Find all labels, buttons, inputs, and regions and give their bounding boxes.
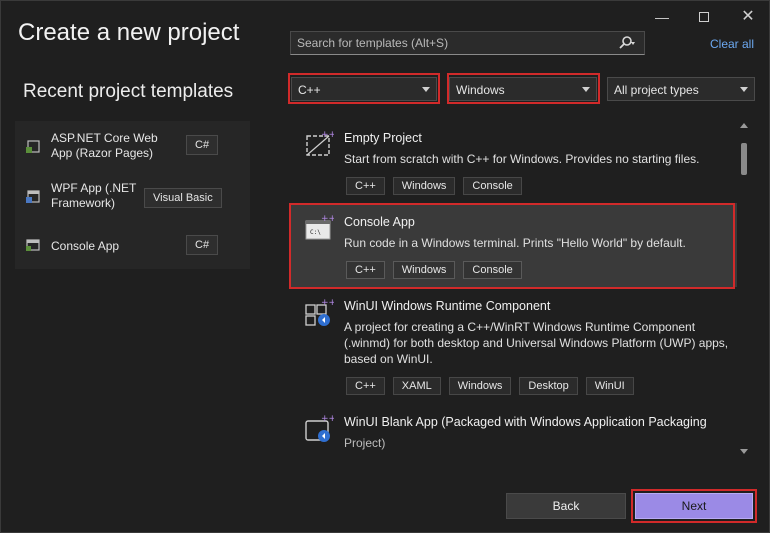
- recent-item-console[interactable]: Console App C#: [15, 225, 250, 267]
- scroll-down-icon[interactable]: [740, 449, 748, 454]
- template-winui-runtime-component[interactable]: ++ WinUI Windows Runtime Component A pro…: [290, 287, 737, 405]
- scroll-thumb[interactable]: [741, 143, 747, 175]
- recent-item-aspnet[interactable]: ASP.NET Core Web App (Razor Pages) C#: [15, 127, 250, 169]
- minimize-button[interactable]: —: [651, 7, 673, 27]
- template-empty-project[interactable]: ++ Empty Project Start from scratch with…: [290, 119, 737, 203]
- recent-item-label: ASP.NET Core Web App (Razor Pages): [51, 131, 158, 160]
- template-tags: C++ Windows Console: [346, 177, 522, 195]
- template-winui-blank-app[interactable]: ++ WinUI Blank App (Packaged with Window…: [290, 403, 737, 459]
- winui-app-icon: ++: [305, 414, 334, 442]
- template-tags: C++ XAML Windows Desktop WinUI: [346, 377, 634, 395]
- template-list: ++ Empty Project Start from scratch with…: [290, 119, 737, 459]
- winui-component-icon: ++: [305, 298, 334, 326]
- scroll-up-icon[interactable]: [740, 123, 748, 128]
- tag: Windows: [448, 377, 512, 395]
- recent-item-wpf[interactable]: WPF App (.NET Framework) Visual Basic: [15, 177, 250, 219]
- search-icon[interactable]: [618, 35, 636, 51]
- chevron-down-icon: [740, 87, 748, 92]
- language-badge: C#: [186, 235, 219, 255]
- template-name: Empty Project: [344, 131, 422, 145]
- template-description: Project): [344, 436, 386, 450]
- svg-text:++: ++: [321, 298, 334, 308]
- template-description: Start from scratch with C++ for Windows.…: [344, 152, 700, 166]
- wpf-app-icon: [26, 190, 40, 203]
- tag: C++: [346, 177, 385, 195]
- highlight-box-console-app: [289, 203, 735, 289]
- recent-templates-heading: Recent project templates: [23, 81, 234, 102]
- project-type-filter-value: All project types: [614, 83, 699, 97]
- template-description: A project for creating a C++/WinRT Windo…: [344, 320, 729, 366]
- template-name: WinUI Blank App (Packaged with Windows A…: [344, 415, 707, 429]
- highlight-box-language: [288, 73, 440, 104]
- template-name: WinUI Windows Runtime Component: [344, 299, 551, 313]
- search-input[interactable]: Search for templates (Alt+S): [290, 31, 645, 55]
- console-app-icon: [26, 239, 40, 251]
- recent-item-label: Console App: [51, 239, 120, 253]
- tag: C++: [346, 377, 385, 395]
- svg-text:++: ++: [321, 130, 334, 140]
- clear-all-link[interactable]: Clear all: [710, 37, 754, 51]
- language-badge: C#: [186, 135, 219, 155]
- highlight-box-platform: [447, 73, 600, 104]
- page-title: Create a new project: [18, 19, 240, 46]
- search-placeholder: Search for templates (Alt+S): [297, 36, 449, 50]
- template-list-scrollbar[interactable]: [737, 119, 751, 459]
- close-icon: ✕: [741, 8, 755, 25]
- minimize-icon: —: [655, 9, 669, 25]
- tag: Console: [463, 177, 522, 195]
- create-project-dialog: — ✕ Create a new project Recent project …: [0, 0, 770, 533]
- close-button[interactable]: ✕: [737, 7, 759, 27]
- tag: WinUI: [585, 377, 634, 395]
- maximize-button[interactable]: [693, 7, 715, 27]
- back-button[interactable]: Back: [506, 493, 626, 519]
- web-app-icon: [26, 140, 40, 153]
- project-type-filter-dropdown[interactable]: All project types: [607, 77, 755, 101]
- tag: XAML: [392, 377, 441, 395]
- empty-project-icon: ++: [306, 130, 334, 156]
- tag: Windows: [392, 177, 456, 195]
- highlight-box-next: [631, 489, 757, 523]
- tag: Desktop: [519, 377, 578, 395]
- language-badge: Visual Basic: [144, 188, 222, 208]
- recent-templates-list: ASP.NET Core Web App (Razor Pages) C# WP…: [15, 121, 250, 269]
- maximize-icon: [699, 12, 709, 22]
- svg-text:++: ++: [321, 414, 334, 424]
